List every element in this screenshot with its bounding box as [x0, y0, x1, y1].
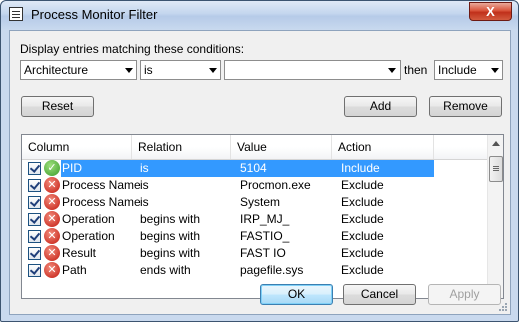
vertical-scrollbar[interactable]: [487, 135, 503, 298]
action-select[interactable]: Include: [434, 60, 503, 80]
enable-checkbox[interactable]: [28, 247, 41, 260]
cell-value: FAST IO: [240, 246, 286, 260]
filter-list[interactable]: Column Relation Value Action ✓ PID is 51…: [21, 134, 504, 299]
title-bar[interactable]: Process Monitor Filter X: [1, 1, 518, 29]
header-column[interactable]: Column: [22, 135, 132, 159]
chevron-down-icon: [491, 68, 499, 73]
cell-action: Exclude: [341, 263, 384, 277]
table-row[interactable]: ✕ Process Name is System Exclude: [23, 194, 487, 211]
exclude-x-icon: ✕: [44, 245, 60, 261]
ok-button[interactable]: OK: [260, 284, 333, 305]
relation-select-value: is: [144, 63, 153, 77]
chevron-down-icon: [125, 68, 133, 73]
exclude-x-icon: ✕: [44, 211, 60, 227]
cell-value: IRP_MJ_: [240, 212, 290, 226]
exclude-x-icon: ✕: [44, 194, 60, 210]
enable-checkbox[interactable]: [28, 162, 41, 175]
cell-value: FASTIO_: [240, 229, 290, 243]
enable-checkbox[interactable]: [28, 196, 41, 209]
close-icon: X: [486, 4, 495, 19]
cell-column: Operation: [62, 229, 115, 243]
enable-checkbox[interactable]: [28, 179, 41, 192]
table-row[interactable]: ✕ Result begins with FAST IO Exclude: [23, 245, 487, 262]
table-row[interactable]: ✕ Operation begins with FASTIO_ Exclude: [23, 228, 487, 245]
reset-button[interactable]: Reset: [21, 96, 94, 117]
cell-column: Process Name: [62, 195, 141, 209]
table-row[interactable]: ✕ Process Name is Procmon.exe Exclude: [23, 177, 487, 194]
cell-relation: is: [140, 161, 149, 175]
remove-button[interactable]: Remove: [429, 96, 502, 117]
table-row[interactable]: ✕ Operation begins with IRP_MJ_ Exclude: [23, 211, 487, 228]
include-check-icon: ✓: [44, 160, 60, 176]
chevron-down-icon: [388, 68, 396, 73]
cell-action: Exclude: [341, 229, 384, 243]
cell-column: Result: [62, 246, 97, 260]
cell-value: System: [240, 195, 281, 209]
header-action[interactable]: Action: [332, 135, 434, 159]
cell-action: Exclude: [341, 246, 384, 260]
enable-checkbox[interactable]: [28, 213, 41, 226]
close-button[interactable]: X: [469, 2, 512, 21]
cell-action: Exclude: [341, 212, 384, 226]
cancel-button[interactable]: Cancel: [343, 284, 416, 305]
cell-column: PID: [62, 161, 83, 175]
chevron-down-icon: [209, 68, 217, 73]
table-row[interactable]: ✓ PID is 5104 Include: [23, 160, 487, 177]
cell-action: Include: [341, 161, 380, 175]
header-value[interactable]: Value: [231, 135, 332, 159]
enable-checkbox[interactable]: [28, 264, 41, 277]
cell-relation: is: [140, 195, 149, 209]
exclude-x-icon: ✕: [44, 262, 60, 278]
exclude-x-icon: ✕: [44, 177, 60, 193]
cell-value: 5104: [240, 161, 267, 175]
window-title: Process Monitor Filter: [31, 7, 158, 22]
cell-column: Path: [62, 263, 87, 277]
add-button[interactable]: Add: [344, 96, 417, 117]
cell-action: Exclude: [341, 195, 384, 209]
relation-select[interactable]: is: [140, 60, 221, 80]
cell-relation: begins with: [140, 212, 201, 226]
cell-value: Procmon.exe: [240, 178, 311, 192]
cell-relation: begins with: [140, 229, 201, 243]
cell-relation: ends with: [140, 263, 191, 277]
filter-dialog-window: Process Monitor Filter X Display entries…: [0, 0, 519, 322]
exclude-x-icon: ✕: [44, 228, 60, 244]
cell-column: Process Name: [62, 178, 141, 192]
cell-column: Operation: [62, 212, 115, 226]
apply-button[interactable]: Apply: [428, 284, 501, 305]
header-relation[interactable]: Relation: [132, 135, 231, 159]
value-input[interactable]: [224, 60, 401, 80]
dialog-client-area: Display entries matching these condition…: [9, 30, 511, 315]
table-row[interactable]: ✕ Path ends with pagefile.sys Exclude: [23, 262, 487, 279]
action-select-value: Include: [438, 63, 477, 77]
enable-checkbox[interactable]: [28, 230, 41, 243]
cell-value: pagefile.sys: [240, 263, 304, 277]
then-label: then: [404, 63, 428, 77]
cell-action: Exclude: [341, 178, 384, 192]
cell-relation: is: [140, 178, 149, 192]
conditions-prompt: Display entries matching these condition…: [20, 42, 245, 56]
resize-grip-icon[interactable]: [498, 302, 508, 312]
column-select[interactable]: Architecture: [20, 60, 137, 80]
scroll-up-arrow-icon[interactable]: [492, 141, 500, 146]
list-header: Column Relation Value Action: [22, 135, 487, 160]
scroll-thumb[interactable]: [489, 156, 503, 182]
column-select-value: Architecture: [24, 63, 89, 77]
app-icon: [9, 7, 23, 21]
cell-relation: begins with: [140, 246, 201, 260]
